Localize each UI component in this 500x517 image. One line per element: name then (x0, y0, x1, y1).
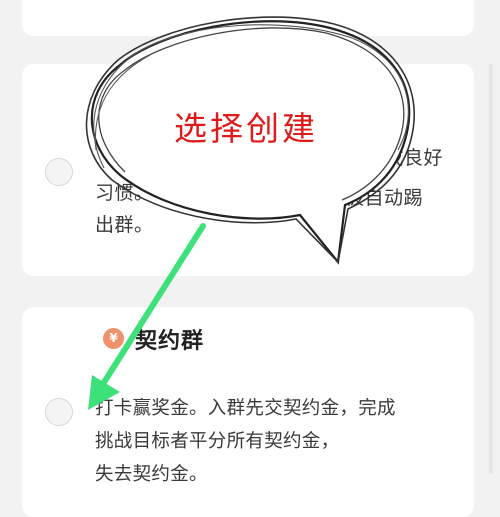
callout-text: 选择创建 (174, 109, 318, 148)
green-arrow-line (93, 223, 206, 398)
annotation-overlay (85, 16, 415, 410)
